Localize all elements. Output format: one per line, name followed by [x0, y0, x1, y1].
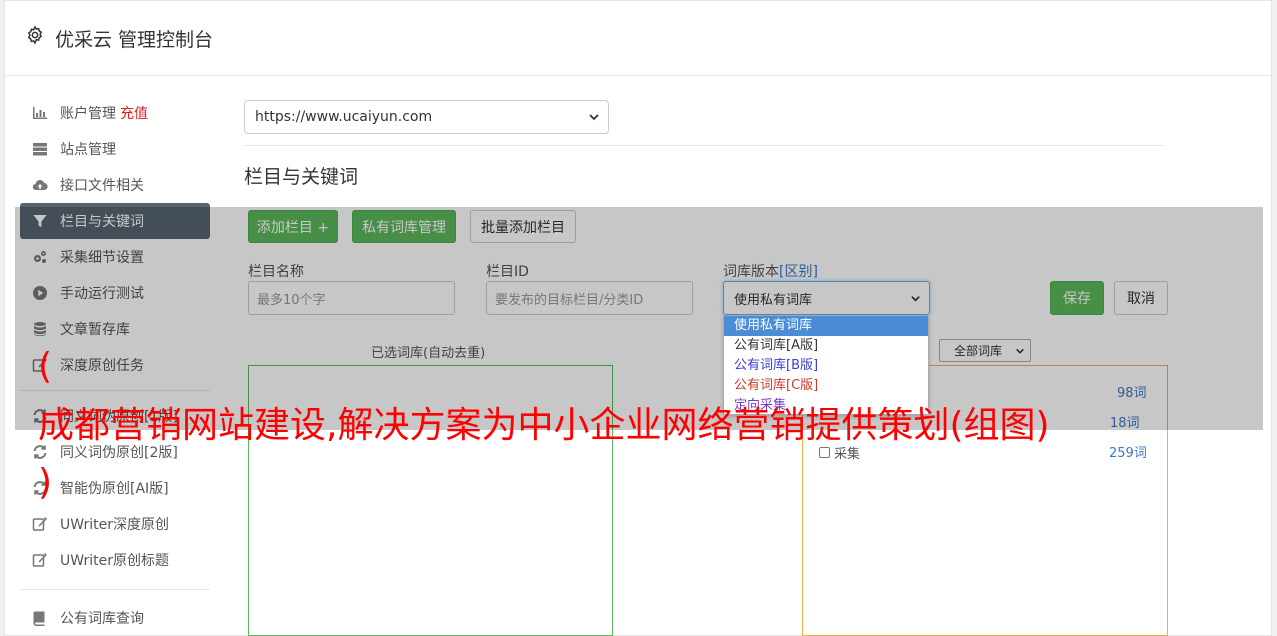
lib-version-text: 词库版本	[723, 264, 779, 280]
lib-version-dropdown[interactable]: 使用私有词库 公有词库[A版] 公有词库[B版] 公有词库[C版] 定向采集	[723, 315, 929, 415]
filter-icon	[33, 215, 47, 227]
sidebar-item-manual-run[interactable]: 手动运行测试	[20, 275, 210, 311]
save-button[interactable]: 保存	[1050, 281, 1104, 315]
difference-link[interactable]: [区别]	[779, 264, 818, 280]
sidebar-item-label: 智能伪原创[AI版]	[60, 481, 169, 497]
sidebar-item-article-store[interactable]: 文章暂存库	[20, 311, 210, 347]
sidebar-item-api-files[interactable]: 接口文件相关	[20, 167, 210, 203]
banner-paren-open: (	[38, 346, 53, 387]
column-id-input[interactable]: 要发布的目标栏目/分类ID	[486, 281, 693, 315]
sidebar-item-label: 栏目与关键词	[60, 214, 144, 230]
sidebar-item-uwriter-deep[interactable]: UWriter深度原创	[20, 506, 210, 542]
site-select[interactable]: https://www.ucaiyun.com	[244, 100, 609, 134]
cogs-icon	[34, 251, 46, 263]
dropdown-option[interactable]: 公有词库[B版]	[724, 356, 928, 376]
banner-paren-close: )	[38, 462, 53, 503]
gear-icon	[27, 25, 43, 45]
lib-count: 98词	[1117, 386, 1147, 401]
site-select-value: https://www.ucaiyun.com	[255, 109, 433, 125]
private-lib-button[interactable]: 私有词库管理	[352, 210, 456, 243]
dropdown-option[interactable]: 使用私有词库	[724, 316, 928, 336]
sidebar-item-label: 深度原创任务	[60, 358, 144, 374]
sidebar-item-label: UWriter原创标题	[60, 553, 169, 569]
cancel-button[interactable]: 取消	[1114, 281, 1168, 315]
recharge-link[interactable]: 充值	[120, 103, 148, 123]
lib-version-label: 词库版本[区别]	[723, 261, 818, 281]
lib-filter-value: 全部词库	[954, 344, 1003, 358]
column-name-label: 栏目名称	[248, 264, 304, 280]
play-circle-icon	[33, 286, 47, 300]
sidebar-item-label: UWriter深度原创	[60, 517, 169, 533]
lib-version-select[interactable]: 使用私有词库	[723, 281, 930, 315]
sidebar-item-columns-keywords[interactable]: 栏目与关键词	[20, 203, 210, 239]
batch-add-button[interactable]: 批量添加栏目	[470, 210, 576, 243]
sidebar-item-label: 站点管理	[60, 142, 116, 158]
sidebar-item-collect-settings[interactable]: 采集细节设置	[20, 239, 210, 275]
sidebar-item-uwriter-title[interactable]: UWriter原创标题	[20, 542, 210, 578]
page-title: 优采云 管理控制台	[55, 29, 214, 51]
sidebar-item-label: 手动运行测试	[60, 286, 144, 302]
section-title: 栏目与关键词	[244, 166, 359, 188]
sidebar-item-label: 采集细节设置	[60, 250, 144, 266]
selected-lib-title: 已选词库(自动去重)	[371, 346, 486, 361]
sidebar-item-label: 账户管理	[60, 106, 116, 122]
cloud-upload-icon	[32, 180, 48, 191]
server-icon	[33, 143, 47, 156]
database-icon	[34, 322, 46, 336]
book-icon	[33, 611, 45, 626]
page-header: 优采云 管理控制台	[5, 1, 1271, 76]
chevron-down-icon	[589, 114, 599, 121]
sidebar-item-public-lib-query[interactable]: 公有词库查询	[20, 600, 210, 636]
column-id-label: 栏目ID	[486, 264, 529, 280]
chevron-down-icon	[1016, 348, 1024, 354]
sidebar-divider	[20, 390, 210, 391]
edit-icon	[32, 552, 48, 567]
sidebar-item-label: 接口文件相关	[60, 178, 144, 194]
chevron-down-icon	[911, 296, 920, 302]
sidebar-item-sites[interactable]: 站点管理	[20, 131, 210, 167]
dropdown-option[interactable]: 公有词库[C版]	[724, 376, 928, 396]
sidebar-item-account[interactable]: 账户管理 充值	[20, 95, 210, 131]
sidebar-item-label: 公有词库查询	[60, 611, 144, 627]
divider	[244, 145, 1164, 146]
add-column-button[interactable]: 添加栏目 +	[248, 210, 338, 243]
column-name-input[interactable]: 最多10个字	[248, 281, 455, 315]
lib-filter-select[interactable]: 全部词库	[939, 339, 1031, 362]
dropdown-option[interactable]: 公有词库[A版]	[724, 336, 928, 356]
lib-version-value: 使用私有词库	[734, 292, 813, 308]
sidebar-divider	[20, 589, 210, 590]
sidebar-item-label: 文章暂存库	[60, 322, 130, 338]
bar-chart-icon	[33, 107, 47, 119]
banner-title: 成都营销网站建设,解决方案为中小企业网络营销提供策划(组图)	[38, 405, 1050, 446]
edit-icon	[32, 516, 48, 531]
